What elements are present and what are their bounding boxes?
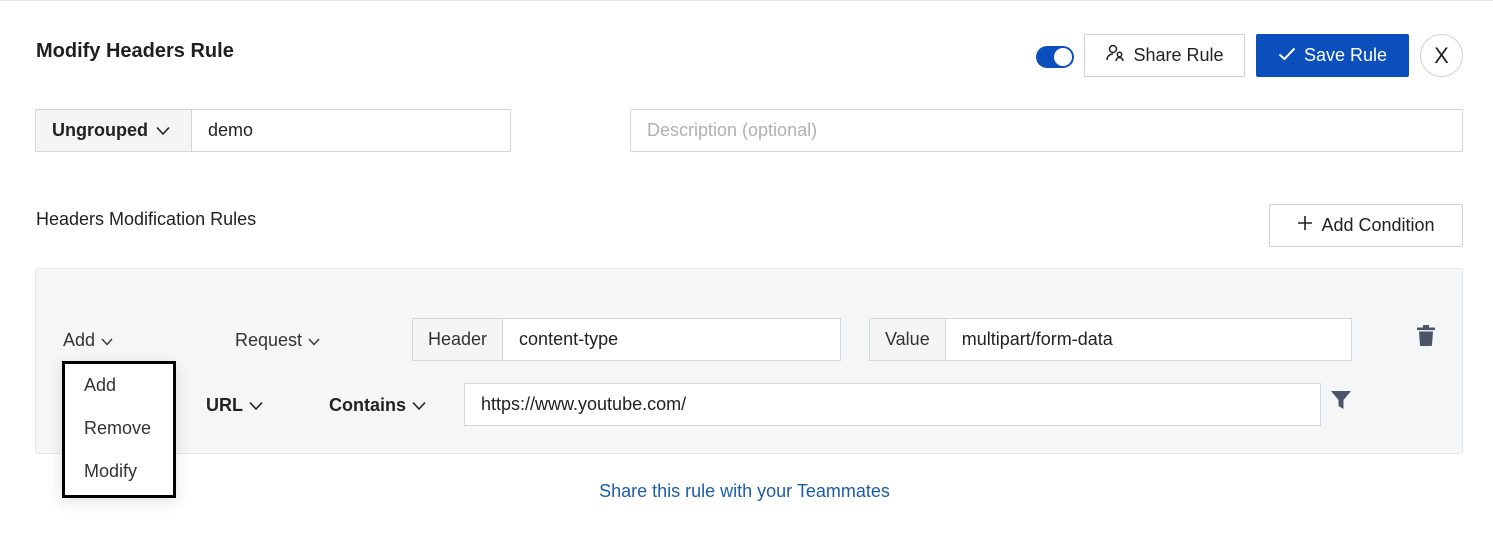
- share-rule-button[interactable]: Share Rule: [1084, 34, 1245, 77]
- add-condition-button[interactable]: Add Condition: [1269, 204, 1463, 247]
- toggle-knob: [1054, 48, 1072, 66]
- header-name-field: Header: [412, 318, 841, 361]
- action-select[interactable]: Add: [63, 330, 113, 351]
- share-link-text: Share this rule with your Teammates: [599, 481, 890, 501]
- description-input[interactable]: [630, 109, 1463, 152]
- menu-item-remove[interactable]: Remove: [65, 416, 173, 459]
- page-title: Modify Headers Rule: [36, 40, 234, 62]
- rule-pair-panel: [35, 268, 1463, 454]
- trash-icon: [1417, 325, 1435, 351]
- close-icon: X: [1434, 42, 1449, 68]
- menu-item-add[interactable]: Add: [65, 373, 173, 416]
- add-condition-label: Add Condition: [1321, 215, 1435, 235]
- header-name-input[interactable]: [503, 319, 840, 360]
- filter-icon: [1331, 390, 1351, 415]
- top-divider: [0, 0, 1493, 1]
- chevron-down-icon: [249, 395, 263, 416]
- header-value-field: Value: [869, 318, 1352, 361]
- share-users-icon: [1105, 43, 1125, 68]
- chevron-down-icon: [156, 120, 170, 141]
- header-value-input[interactable]: [945, 319, 1351, 360]
- rule-status-toggle[interactable]: [1036, 46, 1074, 68]
- action-dropdown-menu: Add Remove Modify: [62, 361, 176, 498]
- source-value-input[interactable]: [464, 383, 1321, 426]
- rule-name-group: Ungrouped: [35, 109, 511, 152]
- share-with-teammates-link[interactable]: Share this rule with your Teammates: [0, 481, 1493, 502]
- target-select-label: Request: [235, 330, 303, 350]
- save-rule-button[interactable]: Save Rule: [1256, 34, 1409, 77]
- rule-name-input[interactable]: [192, 110, 510, 151]
- save-rule-label: Save Rule: [1303, 45, 1388, 65]
- section-title: Headers Modification Rules: [36, 209, 257, 229]
- source-key-label: URL: [206, 395, 243, 415]
- source-operator-select[interactable]: Contains: [329, 395, 426, 416]
- source-filter-button[interactable]: [1330, 390, 1352, 415]
- check-icon: [1278, 45, 1296, 66]
- group-select[interactable]: Ungrouped: [36, 110, 192, 151]
- close-button[interactable]: X: [1420, 34, 1463, 77]
- share-rule-label: Share Rule: [1133, 45, 1224, 65]
- plus-icon: [1297, 215, 1313, 236]
- chevron-down-icon: [101, 330, 113, 351]
- delete-pair-button[interactable]: [1415, 325, 1437, 351]
- header-addon: Header: [413, 319, 504, 360]
- action-select-label: Add: [63, 330, 96, 350]
- source-key-select[interactable]: URL: [206, 395, 263, 416]
- target-select[interactable]: Request: [235, 330, 320, 351]
- source-operator-label: Contains: [329, 395, 407, 415]
- chevron-down-icon: [412, 395, 426, 416]
- value-addon: Value: [870, 319, 946, 360]
- chevron-down-icon: [308, 330, 320, 351]
- group-label: Ungrouped: [52, 120, 148, 140]
